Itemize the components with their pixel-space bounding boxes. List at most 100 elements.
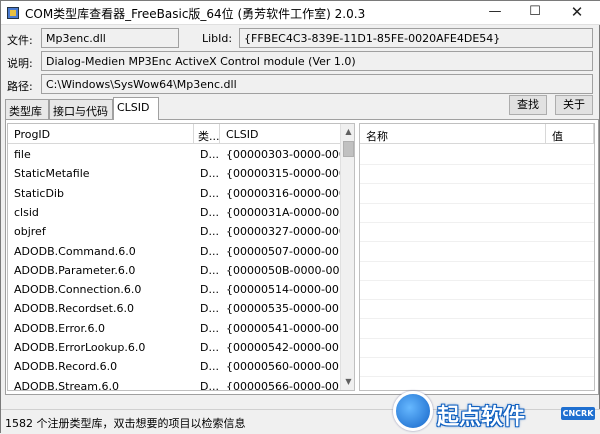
grid-line: [360, 183, 594, 185]
table-row[interactable]: ADODB.Stream.6.0 D... {00000566-0000-0010: [8, 377, 342, 391]
cell-progid: ADODB.Stream.6.0: [14, 379, 119, 391]
cell-type: D...: [200, 205, 219, 219]
cell-type: D...: [200, 225, 219, 239]
scroll-up-icon[interactable]: ▲: [341, 124, 354, 140]
cell-progid: StaticMetafile: [14, 167, 90, 181]
minimize-button[interactable]: —: [475, 1, 515, 25]
path-field[interactable]: C:\Windows\SysWow64\Mp3enc.dll: [41, 74, 593, 94]
grid-line: [360, 299, 594, 301]
column-header-progid[interactable]: ProgID: [8, 124, 194, 144]
vertical-scrollbar[interactable]: ▲ ▼: [340, 124, 354, 390]
grid-line: [360, 337, 594, 339]
cell-clsid: {00000507-0000-0010: [226, 244, 342, 258]
cell-type: D...: [200, 283, 219, 297]
table-row[interactable]: ADODB.ErrorLookup.6.0 D... {00000542-0000-…: [8, 338, 342, 357]
tab-interfaces-code[interactable]: 接口与代码: [49, 99, 113, 119]
libid-field[interactable]: {FFBEC4C3-839E-11D1-85FE-0020AFE4DE54}: [239, 28, 593, 48]
watermark-logo: 起点软件 CNCRK: [393, 385, 597, 433]
status-text: 1582 个注册类型库，双击想要的项目以检索信息: [5, 417, 246, 430]
table-row[interactable]: ADODB.Parameter.6.0 D... {0000050B-0000-00…: [8, 261, 342, 280]
cell-progid: ADODB.Command.6.0: [14, 244, 136, 258]
description-field[interactable]: Dialog-Medien MP3Enc ActiveX Control mod…: [41, 51, 593, 71]
cell-type: D...: [200, 148, 219, 161]
scrollbar-thumb[interactable]: [343, 141, 354, 157]
grid-line: [360, 260, 594, 262]
clsid-list[interactable]: ProgID 类... CLSID file D... {00000303-0000…: [7, 123, 355, 391]
close-button[interactable]: ✕: [557, 1, 597, 25]
column-header-name[interactable]: 名称: [360, 124, 546, 144]
cell-clsid: {00000560-0000-0010: [226, 360, 342, 374]
cell-progid: ADODB.ErrorLookup.6.0: [14, 341, 146, 354]
cell-clsid: {0000031A-0000-0000: [226, 205, 342, 219]
logo-circle-icon: [393, 391, 433, 431]
cell-clsid: {0000050B-0000-0010: [226, 263, 342, 277]
cell-type: D...: [200, 341, 219, 354]
cell-progid: ADODB.Record.6.0: [14, 360, 118, 374]
column-header-type[interactable]: 类...: [194, 124, 220, 144]
table-row[interactable]: objref D... {00000327-0000-0000: [8, 222, 342, 241]
table-row[interactable]: ADODB.Command.6.0 D... {00000507-0000-0010: [8, 242, 342, 261]
tab-type-library[interactable]: 类型库: [5, 99, 49, 119]
cell-clsid: {00000316-0000-0000: [226, 186, 342, 200]
grid-line: [360, 202, 594, 204]
grid-line: [360, 318, 594, 320]
about-button[interactable]: 关于: [555, 95, 593, 115]
app-icon: [7, 7, 19, 19]
cell-progid: ADODB.Recordset.6.0: [14, 302, 134, 316]
cell-type: D...: [200, 244, 219, 258]
path-label: 路径:: [7, 80, 33, 93]
description-label: 说明:: [7, 57, 33, 70]
grid-line: [360, 357, 594, 358]
file-field[interactable]: Mp3enc.dll: [41, 28, 179, 48]
table-row[interactable]: ADODB.Error.6.0 D... {00000541-0000-0010: [8, 319, 342, 338]
file-label: 文件:: [7, 34, 33, 47]
column-header-clsid[interactable]: CLSID: [220, 124, 342, 144]
grid-line: [360, 279, 594, 281]
table-row[interactable]: ADODB.Connection.6.0 D... {00000514-0000-0…: [8, 280, 342, 299]
cell-progid: clsid: [14, 205, 39, 219]
property-list[interactable]: 名称 值: [359, 123, 595, 391]
table-row[interactable]: StaticDib D... {00000316-0000-0000: [8, 184, 342, 203]
cell-clsid: {00000566-0000-0010: [226, 379, 342, 391]
cell-progid: StaticDib: [14, 186, 64, 200]
maximize-button[interactable]: ☐: [515, 1, 555, 25]
cell-clsid: {00000541-0000-0010: [226, 321, 342, 335]
cell-clsid: {00000542-0000-0010: [226, 341, 342, 354]
title-bar[interactable]: COM类型库查看器_FreeBasic版_64位 (勇芳软件工作室) 2.0.3…: [1, 1, 600, 25]
logo-badge: CNCRK: [561, 407, 595, 420]
cell-clsid: {00000315-0000-0000: [226, 167, 342, 181]
cell-type: D...: [200, 360, 219, 374]
tab-clsid[interactable]: CLSID: [113, 97, 159, 120]
cell-clsid: {00000327-0000-0000: [226, 225, 342, 239]
column-header-value[interactable]: 值: [546, 124, 594, 144]
window-title: COM类型库查看器_FreeBasic版_64位 (勇芳软件工作室) 2.0.3: [25, 7, 366, 21]
logo-text: 起点软件: [437, 405, 526, 430]
cell-type: D...: [200, 379, 219, 391]
scroll-down-icon[interactable]: ▼: [341, 374, 354, 390]
cell-type: D...: [200, 302, 219, 316]
table-row[interactable]: clsid D... {0000031A-0000-0000: [8, 203, 342, 222]
cell-type: D...: [200, 321, 219, 335]
grid-line: [360, 164, 594, 165]
cell-type: D...: [200, 186, 219, 200]
find-button[interactable]: 查找: [509, 95, 547, 115]
cell-clsid: {00000535-0000-0010: [226, 302, 342, 316]
cell-type: D...: [200, 263, 219, 277]
grid-line: [360, 376, 594, 378]
grid-line: [360, 221, 594, 223]
cell-progid: ADODB.Parameter.6.0: [14, 263, 136, 277]
cell-clsid: {00000303-0000-0000: [226, 148, 342, 161]
cell-type: D...: [200, 167, 219, 181]
libid-label: LibId:: [202, 32, 233, 45]
grid-line: [360, 241, 594, 243]
cell-progid: ADODB.Connection.6.0: [14, 283, 142, 297]
cell-progid: file: [14, 148, 31, 161]
table-row[interactable]: ADODB.Recordset.6.0 D... {00000535-0000-00…: [8, 299, 342, 318]
table-row[interactable]: file D... {00000303-0000-0000: [8, 145, 342, 164]
cell-progid: ADODB.Error.6.0: [14, 321, 105, 335]
cell-clsid: {00000514-0000-0010: [226, 283, 342, 297]
table-row[interactable]: ADODB.Record.6.0 D... {00000560-0000-0010: [8, 357, 342, 376]
table-row[interactable]: StaticMetafile D... {00000315-0000-0000: [8, 164, 342, 183]
cell-progid: objref: [14, 225, 46, 239]
app-window: COM类型库查看器_FreeBasic版_64位 (勇芳软件工作室) 2.0.3…: [0, 0, 600, 434]
